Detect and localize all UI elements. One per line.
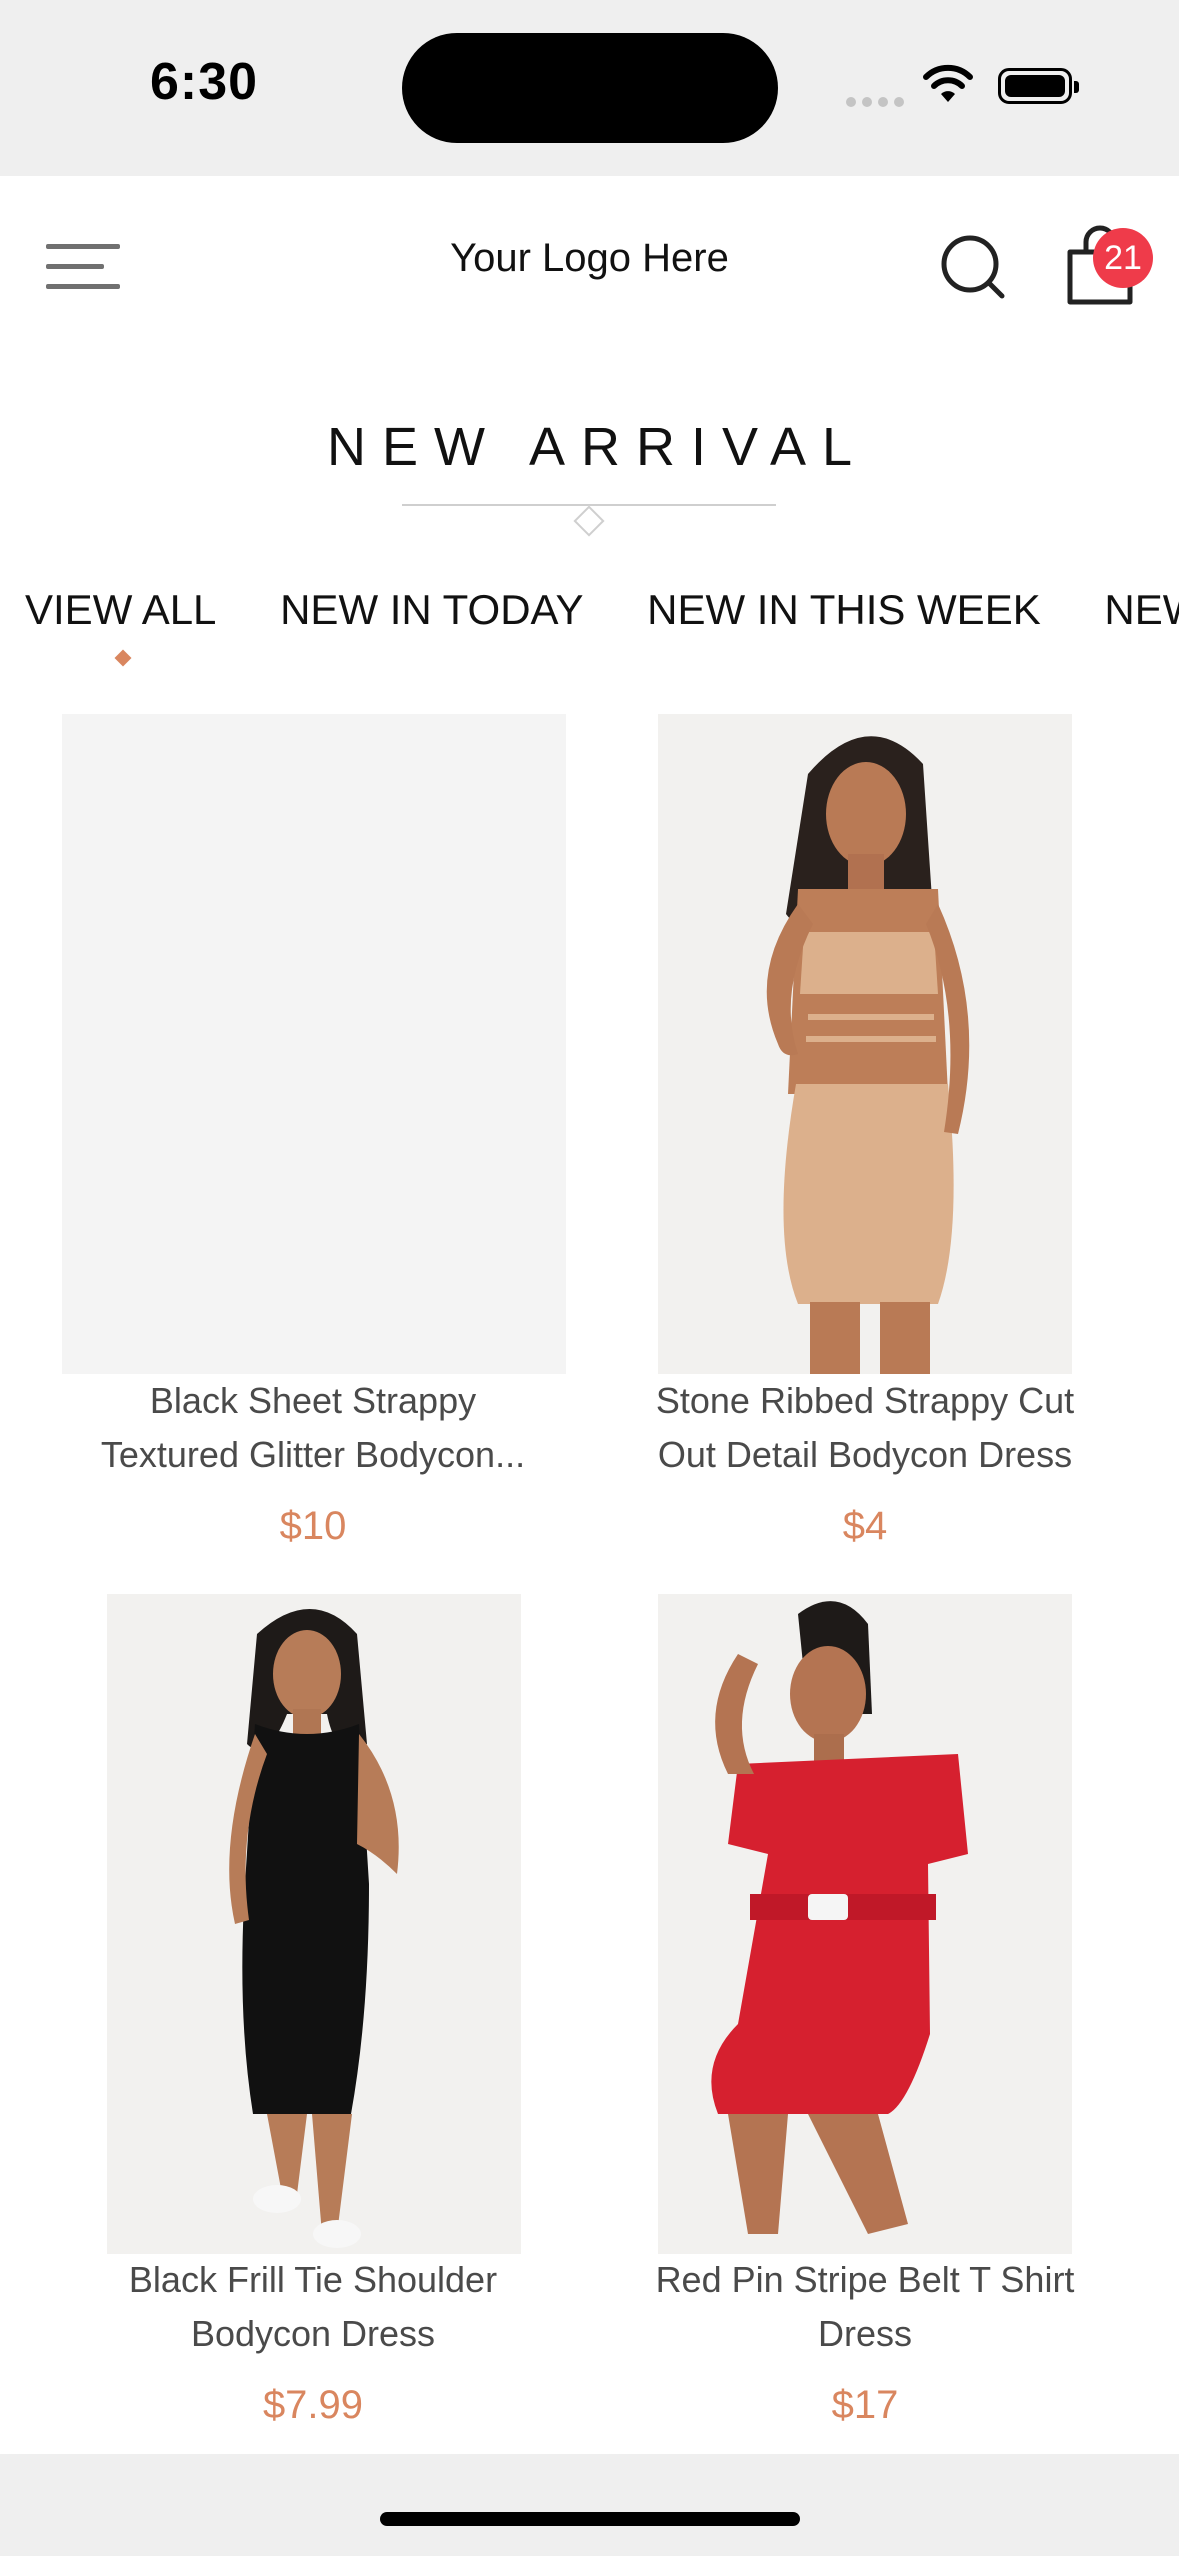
divider-diamond [573, 505, 605, 537]
product-name[interactable]: Red Pin Stripe Belt T Shirt Dress [570, 2253, 1160, 2361]
product-name[interactable]: Black Sheet Strappy Textured Glitter Bod… [18, 1374, 608, 1482]
home-bar [0, 2454, 1179, 2556]
product-price: $10 [279, 1504, 347, 1548]
main-content: Your Logo Here 21 NEW ARRIVAL VIEW ALL N… [0, 176, 1179, 2454]
status-time: 6:30 [150, 53, 259, 111]
wifi-icon [923, 64, 973, 102]
status-bar: 6:30 [0, 0, 1179, 176]
product-price: $7.99 [262, 2383, 364, 2427]
search-icon[interactable] [938, 232, 1010, 304]
tab-new-in-this-week[interactable]: NEW IN THIS WEEK [647, 586, 1041, 634]
product-image[interactable] [658, 1594, 1072, 2254]
product-price: $17 [831, 2383, 899, 2427]
tab-new-more[interactable]: NEW [1104, 586, 1179, 634]
signal-icon [846, 94, 910, 112]
active-tab-indicator [114, 649, 132, 667]
tab-new-in-today[interactable]: NEW IN TODAY [280, 586, 583, 634]
product-name[interactable]: Stone Ribbed Strappy Cut Out Detail Body… [570, 1374, 1160, 1482]
product-image[interactable] [658, 714, 1072, 1374]
section-title: NEW ARRIVAL [326, 417, 869, 477]
tab-view-all[interactable]: VIEW ALL [25, 586, 216, 634]
dynamic-island [402, 33, 778, 143]
category-tabs: VIEW ALL NEW IN TODAY NEW IN THIS WEEK N… [25, 586, 1179, 634]
product-name[interactable]: Black Frill Tie Shoulder Bodycon Dress [18, 2253, 608, 2361]
product-image[interactable] [107, 1594, 521, 2254]
cart-count-badge: 21 [1093, 228, 1153, 288]
battery-icon [998, 68, 1079, 104]
home-indicator[interactable] [380, 2512, 800, 2526]
product-price: $4 [842, 1504, 888, 1548]
product-image[interactable] [62, 714, 566, 1374]
